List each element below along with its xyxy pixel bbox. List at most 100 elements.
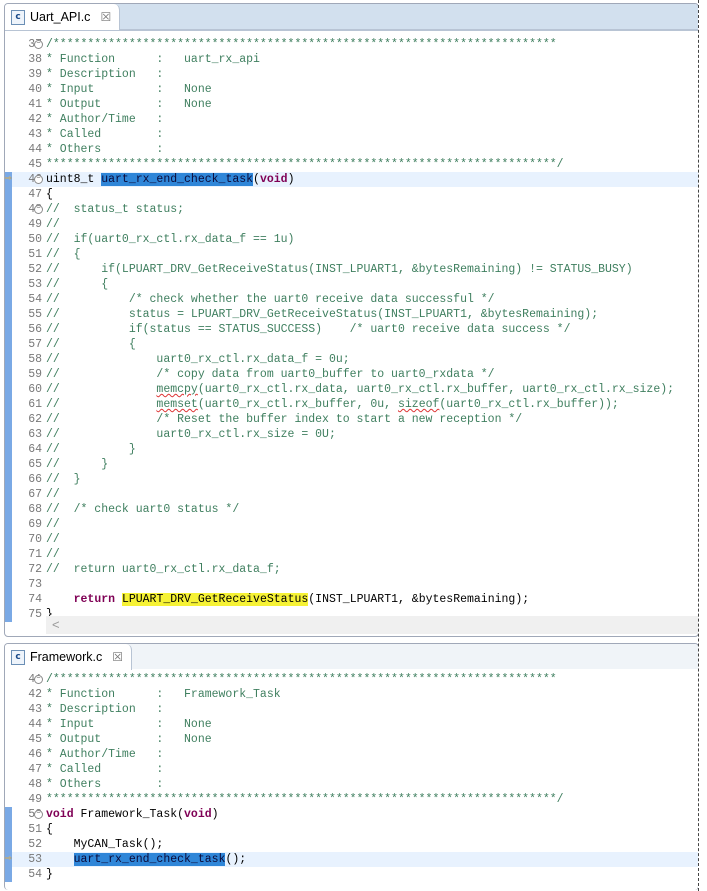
code-text: { [46,822,53,837]
close-icon[interactable]: ☒ [112,650,123,664]
code-line[interactable]: 44 * Input : None [5,717,698,732]
code-line[interactable]: 56 // if(status == STATUS_SUCCESS) /* uar… [5,322,698,337]
code-line[interactable]: 40 * Input : None [5,82,698,97]
code-text: * Others : [46,142,163,157]
close-icon[interactable]: ☒ [100,10,111,24]
code-text: // memcpy(uart0_rx_ctl.rx_data, uart0_rx… [46,382,674,397]
code-line[interactable]: 45 * Output : None [5,732,698,747]
code-token: // /* check whether the uart0 receive da… [46,293,495,306]
code-token: // /* Reset the buffer index to start a … [46,413,523,426]
tab-uart-api[interactable]: c Uart_API.c ☒ [5,4,121,30]
code-line[interactable]: 58 // uart0_rx_ctl.rx_data_f = 0u; [5,352,698,367]
code-text: // /* Reset the buffer index to start a … [46,412,522,427]
code-token: // } [46,473,81,486]
code-line[interactable]: 52 // if(LPUART_DRV_GetReceiveStatus(INST… [5,262,698,277]
fold-toggle-icon[interactable]: − [34,40,43,49]
code-text: // /* check whether the uart0 receive da… [46,292,495,307]
scroll-left-icon[interactable]: < [52,617,60,632]
code-line[interactable]: 48 * Others : [5,777,698,792]
code-line[interactable]: 42 * Author/Time : [5,112,698,127]
code-line[interactable]: 61 // memset(uart0_rx_ctl.rx_buffer, 0u, … [5,397,698,412]
code-line[interactable]: 45 **************************************… [5,157,698,172]
code-line[interactable]: 42 * Function : Framework_Task [5,687,698,702]
code-line[interactable]: 50 // if(uart0_rx_ctl.rx_data_f == 1u) [5,232,698,247]
code-line[interactable]: 57 // { [5,337,698,352]
code-token: * Function : Framework_Task [46,688,281,701]
code-text: * Called : [46,762,163,777]
code-line[interactable]: 54} [5,867,698,882]
code-token: void [46,808,74,821]
code-token: // } [46,443,136,456]
code-token: { [46,188,53,201]
code-token: // [46,518,60,531]
fold-toggle-icon[interactable]: − [34,810,43,819]
code-line[interactable]: 62 // /* Reset the buffer index to start … [5,412,698,427]
instruction-pointer-arrow-icon: ⇨ [5,173,12,185]
code-line[interactable]: 67 // [5,487,698,502]
code-line[interactable]: 53 ⇨ uart_rx_end_check_task(); [5,852,698,867]
code-line[interactable]: 53 // { [5,277,698,292]
code-token: * Others : [46,143,164,156]
code-line[interactable]: 51 { [5,822,698,837]
code-line[interactable]: 49 // [5,217,698,232]
code-line[interactable]: 38 * Function : uart_rx_api [5,52,698,67]
code-token: /***************************************… [46,673,557,686]
occurrence-highlight: LPUART_DRV_GetReceiveStatus [121,593,309,606]
code-line[interactable]: 74 return LPUART_DRV_GetReceiveStatus(IN… [5,592,698,607]
code-line[interactable]: 39 * Description : [5,67,698,82]
fold-toggle-icon[interactable]: − [34,175,43,184]
code-line[interactable]: 73 [5,577,698,592]
code-line[interactable]: 71 // [5,547,698,562]
code-line[interactable]: 55 // status = LPUART_DRV_GetReceiveStatu… [5,307,698,322]
code-line[interactable]: 37−/************************************… [5,37,698,52]
code-text: // return uart0_rx_ctl.rx_data_f; [46,562,281,577]
code-line[interactable]: 50−void Framework_Task(void) [5,807,698,822]
code-line[interactable]: 65 // } [5,457,698,472]
code-line[interactable]: 46−⇨uint8_t uart_rx_end_check_task(void) [5,172,698,187]
code-text: // /* check uart0 status */ [46,502,239,517]
code-line[interactable]: 43 * Description : [5,702,698,717]
code-line[interactable]: 48−// status_t status; [5,202,698,217]
code-token: return [73,593,116,606]
code-line[interactable]: 54 // /* check whether the uart0 receive … [5,292,698,307]
code-line[interactable]: 69 // [5,517,698,532]
code-line[interactable]: 59 // /* copy data from uart0_buffer to u… [5,367,698,382]
code-text: void Framework_Task(void) [46,807,219,822]
code-line[interactable]: 66 // } [5,472,698,487]
code-token: // [46,533,60,546]
line-number: 49 [28,793,42,806]
code-text: } [46,867,53,882]
fold-toggle-icon[interactable]: − [34,675,43,684]
code-line[interactable]: 47 { [5,187,698,202]
horizontal-scrollbar[interactable]: < [46,616,698,634]
fold-toggle-icon[interactable]: − [34,205,43,214]
code-line[interactable]: 46 * Author/Time : [5,747,698,762]
code-line[interactable]: 41−/************************************… [5,672,698,687]
code-line[interactable]: 72 // return uart0_rx_ctl.rx_data_f; [5,562,698,577]
code-editor[interactable]: 41−/************************************… [5,672,698,882]
line-number: 58 [28,353,42,366]
code-token: // uart0_rx_ctl.rx_data_f = 0u; [46,353,350,366]
code-line[interactable]: 44 * Others : [5,142,698,157]
code-line[interactable]: 60 // memcpy(uart0_rx_ctl.rx_data, uart0_… [5,382,698,397]
code-line[interactable]: 51 // { [5,247,698,262]
code-token: (uart0_rx_ctl.rx_data, uart0_rx_ctl.rx_b… [197,383,675,396]
code-token: // status = LPUART_DRV_GetReceiveStatus(… [46,308,599,321]
line-number: 41 [28,98,42,111]
line-number: 73 [28,578,42,591]
code-line[interactable]: 68 // /* check uart0 status */ [5,502,698,517]
code-text: return LPUART_DRV_GetReceiveStatus(INST_… [46,592,529,607]
code-line[interactable]: 52 MyCAN_Task(); [5,837,698,852]
code-line[interactable]: 63 // uart0_rx_ctl.rx_size = 0U; [5,427,698,442]
tab-framework[interactable]: c Framework.c ☒ [5,644,132,670]
code-token: ****************************************… [46,158,564,171]
code-line[interactable]: 47 * Called : [5,762,698,777]
code-line[interactable]: 64 // } [5,442,698,457]
code-line[interactable]: 41 * Output : None [5,97,698,112]
code-editor[interactable]: 37−/************************************… [5,37,698,622]
code-line[interactable]: 43 * Called : [5,127,698,142]
code-line[interactable]: 49 **************************************… [5,792,698,807]
code-line[interactable]: 70 // [5,532,698,547]
code-token: * Input : None [46,718,212,731]
